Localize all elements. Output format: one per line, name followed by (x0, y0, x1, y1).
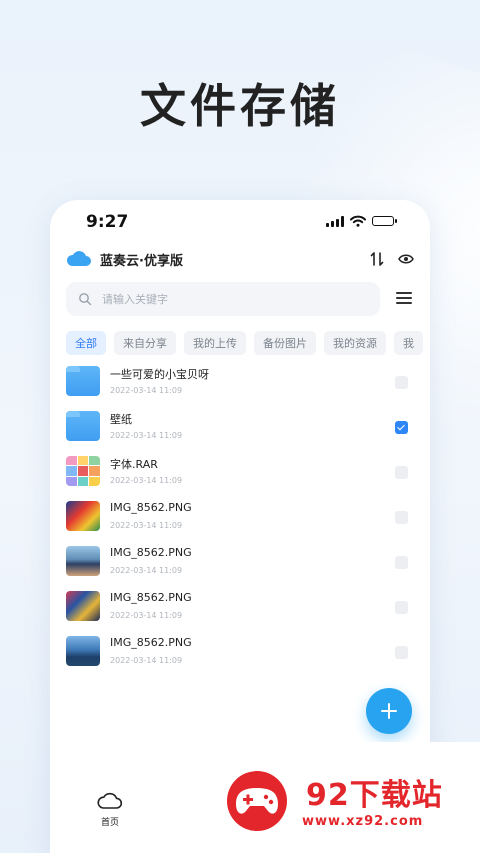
app-name: 蓝奏云·优享版 (100, 253, 183, 269)
sort-arrows-icon (370, 252, 384, 266)
tab-all[interactable]: 全部 (66, 331, 106, 355)
watermark-url: www.xz92.com (302, 814, 424, 829)
tab-my-resources[interactable]: 我的资源 (324, 331, 386, 355)
image-thumbnail (66, 591, 100, 621)
list-item[interactable]: 壁纸 2022-03-14 11:09 (66, 407, 408, 452)
select-checkbox[interactable] (395, 646, 408, 659)
file-date: 2022-03-14 11:09 (110, 476, 183, 485)
file-name: 壁纸 (110, 413, 132, 426)
battery-icon (372, 216, 397, 226)
file-date: 2022-03-14 11:09 (110, 521, 183, 530)
menu-icon (396, 292, 412, 294)
promo-title: 文件存储 (140, 79, 340, 133)
search-bar (66, 282, 380, 316)
list-item[interactable]: IMG_8562.PNG 2022-03-14 11:09 (66, 587, 408, 632)
watermark: 92下载站 www.xz92.com (192, 742, 480, 853)
file-name: IMG_8562.PNG (110, 546, 192, 559)
select-checkbox[interactable] (395, 421, 408, 434)
file-date: 2022-03-14 11:09 (110, 386, 183, 395)
file-name: 一些可爱的小宝贝呀 (110, 368, 209, 381)
file-list: 一些可爱的小宝贝呀 2022-03-14 11:09 壁纸 2022-03-14… (66, 362, 408, 677)
watermark-name: 92下载站 (306, 778, 443, 813)
folder-icon (66, 411, 100, 441)
list-item[interactable]: IMG_8562.PNG 2022-03-14 11:09 (66, 632, 408, 677)
image-thumbnail (66, 636, 100, 666)
tab-from-share[interactable]: 来自分享 (114, 331, 176, 355)
cloud-icon (97, 792, 123, 809)
nav-home[interactable]: 首页 (94, 792, 126, 828)
gamepad-logo-icon (227, 771, 287, 831)
file-date: 2022-03-14 11:09 (110, 566, 183, 575)
add-button[interactable] (366, 688, 412, 734)
select-checkbox[interactable] (395, 376, 408, 389)
select-checkbox[interactable] (395, 556, 408, 569)
list-item[interactable]: 字体.RAR 2022-03-14 11:09 (66, 452, 408, 497)
filter-tabs: 全部 来自分享 我的上传 备份图片 我的资源 我 (66, 331, 430, 355)
status-time: 9:27 (86, 212, 129, 232)
image-thumbnail (66, 501, 100, 531)
app-header: 蓝奏云·优享版 (66, 248, 414, 270)
image-thumbnail (66, 546, 100, 576)
file-date: 2022-03-14 11:09 (110, 611, 183, 620)
tab-my-uploads[interactable]: 我的上传 (184, 331, 246, 355)
file-name: IMG_8562.PNG (110, 636, 192, 649)
search-input[interactable] (100, 291, 344, 307)
file-name: IMG_8562.PNG (110, 591, 192, 604)
menu-button[interactable] (396, 290, 412, 306)
status-icons (326, 215, 397, 227)
sort-button[interactable] (366, 248, 388, 270)
select-checkbox[interactable] (395, 601, 408, 614)
wifi-icon (350, 215, 366, 227)
file-name: 字体.RAR (110, 458, 158, 471)
list-item[interactable]: IMG_8562.PNG 2022-03-14 11:09 (66, 497, 408, 542)
folder-icon (66, 366, 100, 396)
search-icon (79, 293, 92, 306)
nav-home-label: 首页 (100, 818, 119, 828)
file-date: 2022-03-14 11:09 (110, 431, 183, 440)
select-checkbox[interactable] (395, 511, 408, 524)
select-checkbox[interactable] (395, 466, 408, 479)
file-name: IMG_8562.PNG (110, 501, 192, 514)
file-date: 2022-03-14 11:09 (110, 656, 183, 665)
list-item[interactable]: IMG_8562.PNG 2022-03-14 11:09 (66, 542, 408, 587)
visibility-button[interactable] (395, 248, 417, 270)
list-item[interactable]: 一些可爱的小宝贝呀 2022-03-14 11:09 (66, 362, 408, 407)
cellular-signal-icon (326, 215, 344, 227)
cloud-logo-icon (66, 251, 91, 266)
tab-backup-images[interactable]: 备份图片 (254, 331, 316, 355)
tab-more[interactable]: 我 (394, 331, 423, 355)
archive-icon (66, 456, 100, 486)
eye-icon (398, 254, 414, 264)
